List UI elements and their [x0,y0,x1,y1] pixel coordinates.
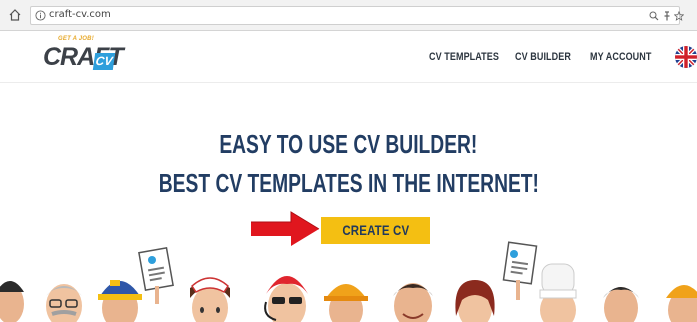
person-11-icon [666,285,697,322]
cartoon-crowd-illustration [0,241,697,322]
headline-line-2: BEST CV TEMPLATES IN THE INTERNET! [0,168,697,199]
nav-cv-templates[interactable]: CV TEMPLATES [429,51,499,63]
person-2-icon [46,284,82,322]
cv-paper-icon [138,246,174,304]
pin-icon[interactable] [662,11,672,21]
person-7-icon [393,283,433,322]
home-icon[interactable] [8,8,22,22]
logo-cv-badge: CV [92,53,116,70]
uk-flag-icon[interactable] [675,46,697,68]
browser-address-bar: craft-cv.com [0,0,697,31]
nav-cv-builder[interactable]: CV BUILDER [515,51,571,63]
cv-paper-2-icon [502,241,538,300]
nav-my-account[interactable]: MY ACCOUNT [590,51,651,63]
url-field[interactable]: craft-cv.com [30,6,684,25]
logo-tagline: GET A JOB! [58,36,94,42]
person-4-icon [190,277,230,322]
headline-line-1-text: EASY TO USE CV BUILDER! [219,129,478,159]
person-5-icon [264,276,308,322]
person-3-icon [98,280,142,322]
headline-line-1: EASY TO USE CV BUILDER! [0,129,697,160]
person-8-icon [455,280,495,322]
star-icon[interactable] [674,11,684,21]
url-text: craft-cv.com [49,9,111,20]
site-header: GET A JOB! CRAFT CV CV TEMPLATES CV BUIL… [0,31,697,83]
headline-line-2-text: BEST CV TEMPLATES IN THE INTERNET! [158,168,539,198]
person-10-icon [603,287,639,322]
person-9-icon [539,263,577,322]
craft-cv-logo[interactable]: GET A JOB! CRAFT CV [43,36,124,78]
person-1-icon [0,281,24,322]
zoom-icon[interactable] [649,11,659,21]
person-6-icon [324,284,368,322]
info-icon[interactable] [35,10,46,21]
